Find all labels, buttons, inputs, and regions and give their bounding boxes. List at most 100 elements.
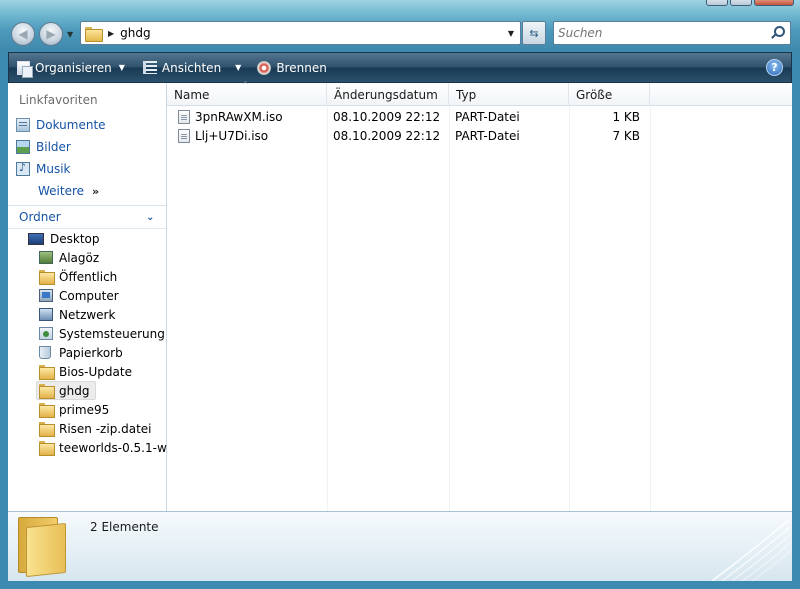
file-type: PART-Datei (455, 128, 520, 143)
file-type: PART-Datei (455, 109, 520, 124)
column-divider (327, 106, 328, 511)
file-row[interactable]: 3pnRAwXM.iso 08.10.2009 22:12 PART-Datei… (167, 107, 652, 126)
column-divider (449, 106, 450, 511)
desktop-icon (28, 232, 44, 245)
tree-item-user[interactable]: Alagöz (39, 248, 99, 267)
refresh-icon: ⇆ (529, 26, 539, 40)
music-icon (16, 161, 30, 176)
command-toolbar: Organisieren ▼ Ansichten ▼ Brennen ? (8, 52, 792, 83)
favorite-label: Bilder (36, 140, 71, 154)
folder-icon (18, 517, 68, 578)
file-size: 1 KB (612, 109, 640, 124)
folders-header[interactable]: Ordner ⌄ (8, 205, 166, 229)
column-size[interactable]: Größe (569, 83, 650, 106)
column-type[interactable]: Typ (449, 83, 569, 106)
tree-item-recycle-bin[interactable]: Papierkorb (39, 343, 123, 362)
favorite-pictures[interactable]: Bilder (16, 138, 71, 156)
folder-icon (39, 422, 55, 437)
column-date[interactable]: Änderungsdatum (327, 83, 449, 106)
tree-label: Risen -zip.datei (59, 421, 152, 436)
back-button[interactable]: ◀ (11, 22, 35, 46)
file-size: 7 KB (612, 128, 640, 143)
more-icon: » (92, 184, 100, 198)
folder-icon (39, 441, 55, 456)
network-icon (39, 308, 53, 321)
control-panel-icon (39, 327, 53, 340)
minimize-button[interactable] (706, 0, 728, 6)
recent-pages-dropdown[interactable]: ▼ (67, 30, 75, 40)
folder-icon (39, 365, 55, 380)
tree-item-control-panel[interactable]: Systemsteuerung (39, 324, 165, 343)
favorite-label: Dokumente (36, 118, 106, 132)
tree-item-computer[interactable]: Computer (39, 286, 119, 305)
chevron-down-icon: ▼ (118, 63, 125, 72)
search-box[interactable] (553, 21, 791, 45)
tree-item-bios-update[interactable]: Bios-Update (39, 362, 132, 381)
column-name[interactable]: ^ Name (167, 80, 327, 106)
favorite-label: Musik (36, 162, 71, 176)
file-icon (178, 128, 190, 143)
folders-label: Ordner (19, 210, 61, 224)
forward-button[interactable]: ▶ (39, 22, 63, 46)
address-bar[interactable]: ▶ ghdg ▼ (80, 21, 521, 45)
organize-label: Organisieren (35, 60, 112, 75)
burn-disc-icon (257, 60, 272, 75)
forward-arrow-icon: ▶ (46, 27, 56, 41)
views-button[interactable]: Ansichten ▼ (137, 53, 247, 82)
tree-item-network[interactable]: Netzwerk (39, 305, 115, 324)
column-header-row: ^ Name Änderungsdatum Typ Größe (167, 80, 792, 106)
tree-item-teeworlds[interactable]: teeworlds-0.5.1-win (39, 438, 178, 457)
file-name: 3pnRAwXM.iso (195, 109, 283, 124)
favorite-music[interactable]: Musik (16, 160, 71, 178)
burn-button[interactable]: Brennen (251, 53, 332, 82)
computer-icon (39, 289, 53, 302)
column-label: Name (174, 87, 210, 102)
breadcrumb-current[interactable]: ghdg (120, 26, 502, 40)
item-count: 2 Elemente (90, 520, 159, 534)
file-date: 08.10.2009 22:12 (333, 128, 441, 143)
tree-label: Computer (59, 288, 119, 303)
tree-item-public[interactable]: Öffentlich (39, 267, 117, 286)
tree-item-desktop[interactable]: Desktop (28, 229, 100, 248)
help-button[interactable]: ? (766, 59, 783, 76)
recycle-bin-icon (39, 346, 51, 359)
window-bottom-frame (0, 581, 800, 589)
folder-icon (39, 270, 55, 285)
chevron-down-icon: ⌄ (146, 212, 155, 223)
column-divider (569, 106, 570, 511)
back-arrow-icon: ◀ (18, 27, 28, 41)
maximize-button[interactable] (730, 0, 752, 6)
refresh-button[interactable]: ⇆ (522, 21, 546, 45)
file-icon (178, 109, 190, 124)
tree-label: teeworlds-0.5.1-win (59, 440, 178, 455)
file-row[interactable]: Llj+U7Di.iso 08.10.2009 22:12 PART-Datei… (167, 126, 652, 145)
folder-icon (39, 384, 55, 399)
window-controls (704, 0, 794, 6)
views-icon (142, 61, 157, 74)
tree-label: Öffentlich (59, 269, 118, 284)
file-list: ^ Name Änderungsdatum Typ Größe 3pnRAwXM… (167, 80, 792, 511)
tree-item-risen[interactable]: Risen -zip.datei (39, 419, 152, 438)
tree-item-ghdg[interactable]: ghdg (36, 381, 97, 400)
tree-label: ghdg (59, 383, 90, 398)
organize-button[interactable]: Organisieren ▼ (11, 53, 131, 82)
tree-label: Bios-Update (59, 364, 132, 379)
chevron-down-icon[interactable]: ▼ (235, 63, 241, 72)
tree-item-prime95[interactable]: prime95 (39, 400, 109, 419)
burn-label: Brennen (276, 60, 327, 75)
tree-label: prime95 (59, 402, 110, 417)
favorite-documents[interactable]: Dokumente (16, 116, 106, 134)
tree-label: Desktop (50, 231, 100, 246)
documents-icon (16, 118, 30, 132)
column-label: Größe (576, 87, 613, 102)
file-name: Llj+U7Di.iso (195, 128, 269, 143)
breadcrumb-arrow-icon[interactable]: ▶ (108, 29, 114, 38)
search-icon[interactable] (768, 24, 786, 42)
favorite-more[interactable]: Weitere » (38, 182, 99, 200)
search-input[interactable] (558, 26, 768, 40)
close-button[interactable] (754, 0, 794, 6)
folder-icon (85, 26, 103, 42)
column-label: Änderungsdatum (334, 87, 438, 102)
organize-icon (17, 60, 33, 78)
address-dropdown-icon[interactable]: ▼ (502, 29, 520, 38)
